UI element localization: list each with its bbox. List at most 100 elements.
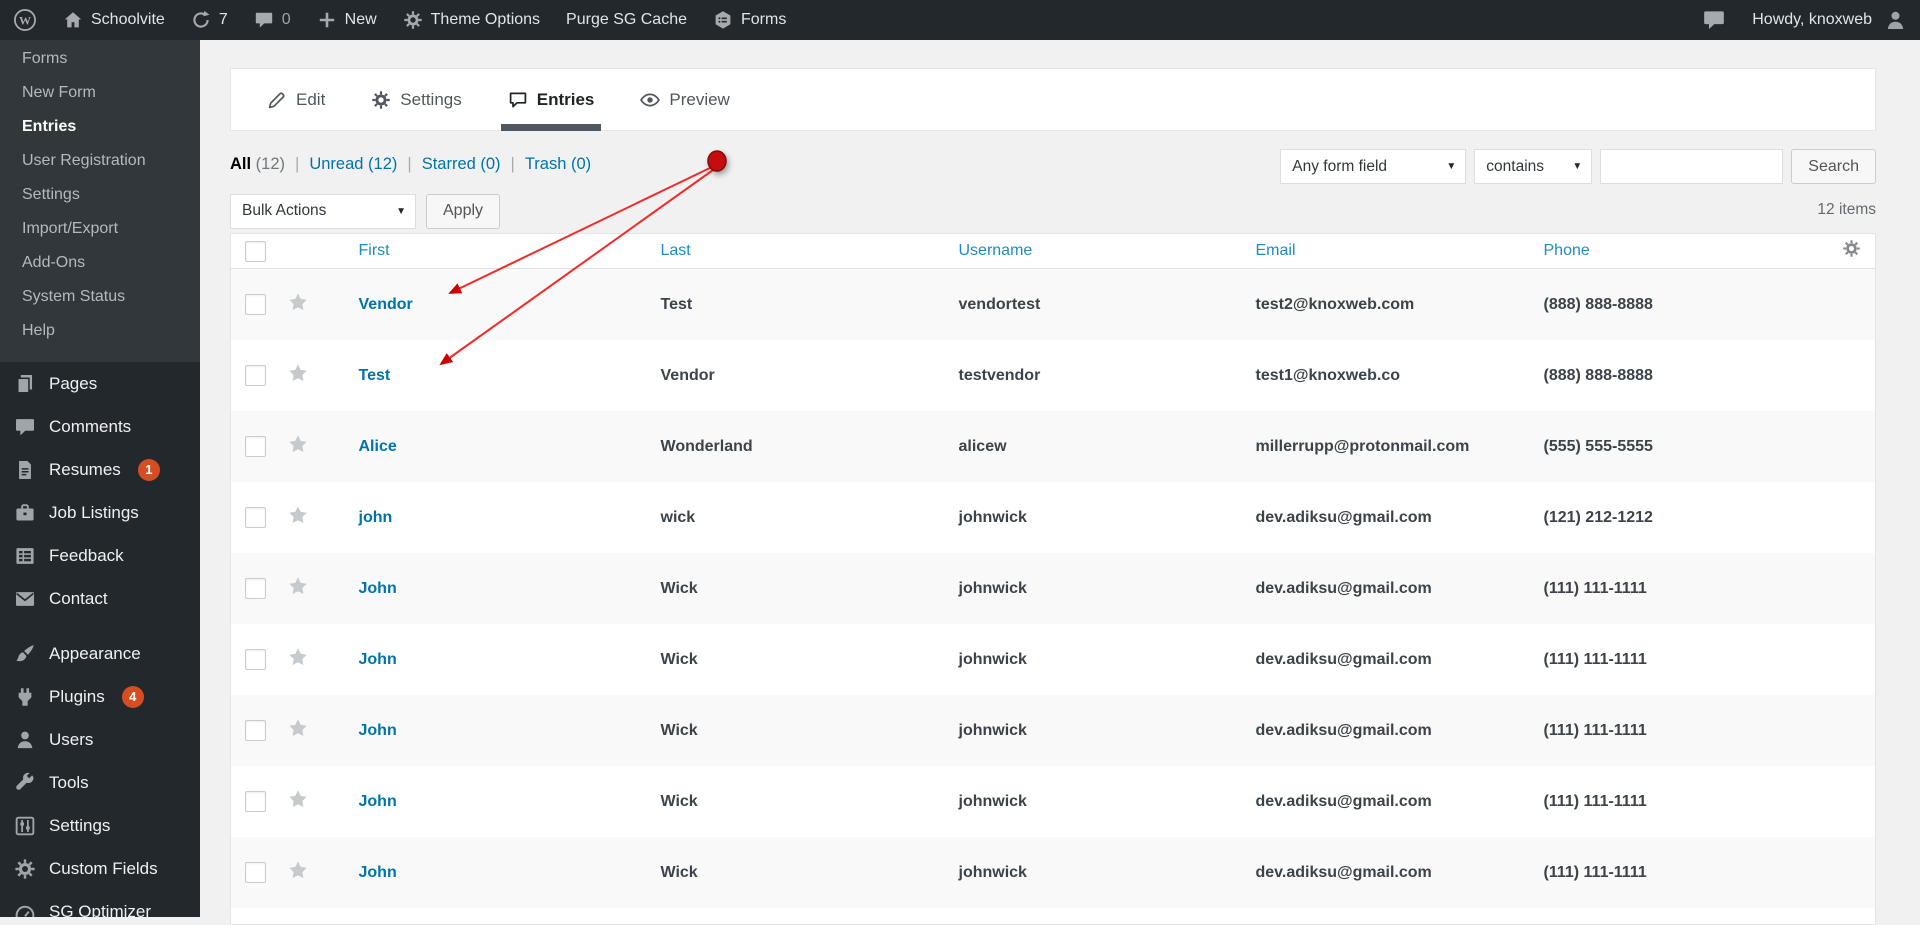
entry-first-name-link[interactable]: John (333, 864, 397, 882)
column-settings-gear-icon[interactable] (1842, 239, 1861, 258)
sidebar-subitem-import-export[interactable]: Import/Export (0, 212, 200, 246)
search-operator-select[interactable]: contains ▼ (1474, 149, 1593, 184)
entry-email: dev.adiksu@gmail.com (1255, 579, 1432, 597)
search-input[interactable] (1600, 149, 1784, 184)
sidebar-subitem-user-registration[interactable]: User Registration (0, 144, 200, 178)
howdy-label: Howdy, knoxweb (1752, 11, 1872, 28)
filter-label: All (230, 155, 252, 173)
row-checkbox[interactable] (245, 791, 266, 812)
notifications-menu[interactable] (1689, 0, 1739, 40)
star-icon[interactable] (288, 860, 308, 880)
purge-cache-label: Purge SG Cache (566, 11, 687, 28)
entry-first-name-link[interactable]: john (333, 509, 393, 527)
sidebar-item-label: Comments (49, 416, 132, 436)
bulk-actions-select[interactable]: Bulk Actions ▼ (230, 193, 416, 229)
star-icon[interactable] (288, 576, 308, 596)
purge-sg-cache-menu[interactable]: Purge SG Cache (553, 0, 700, 40)
sidebar-subitem-forms[interactable]: Forms (0, 42, 200, 76)
row-checkbox[interactable] (245, 862, 266, 883)
row-checkbox[interactable] (245, 720, 266, 741)
entry-first-name-link[interactable]: Test (333, 367, 391, 385)
row-checkbox[interactable] (245, 649, 266, 670)
sidebar-item-plugins[interactable]: Plugins 4 (0, 675, 200, 718)
tab-label: Preview (669, 89, 730, 109)
row-checkbox[interactable] (245, 507, 266, 528)
sidebar-subitem-add-ons[interactable]: Add-Ons (0, 246, 200, 280)
updates-menu[interactable]: 7 (178, 0, 241, 40)
star-icon[interactable] (288, 718, 308, 738)
filter-unread[interactable]: Unread (12) (309, 155, 397, 174)
sidebar-item-pages[interactable]: Pages (0, 362, 200, 405)
star-icon[interactable] (288, 363, 308, 383)
entry-first-name-link[interactable]: John (333, 722, 397, 740)
star-icon[interactable] (288, 789, 308, 809)
sidebar-item-feedback[interactable]: Feedback (0, 534, 200, 577)
tab-entries[interactable]: Entries (500, 69, 601, 131)
sliders-icon (14, 815, 36, 837)
sidebar-item-settings[interactable]: Settings (0, 804, 200, 847)
entry-row: John Wick johnwick dev.adiksu@gmail.com (111… (230, 837, 1876, 908)
sidebar-subitem-settings[interactable]: Settings (0, 178, 200, 212)
star-icon[interactable] (288, 292, 308, 312)
entry-first-name-link[interactable]: Alice (333, 438, 397, 456)
row-checkbox[interactable] (245, 436, 266, 457)
sidebar-item-tools[interactable]: Tools (0, 761, 200, 804)
star-icon[interactable] (288, 505, 308, 525)
row-checkbox[interactable] (245, 365, 266, 386)
column-header-phone[interactable]: Phone (1518, 242, 1808, 260)
entry-username: johnwick (958, 792, 1027, 810)
search-field-select[interactable]: Any form field ▼ (1280, 149, 1467, 184)
select-all-checkbox[interactable] (245, 240, 266, 262)
sidebar-item-comments[interactable]: Comments (0, 405, 200, 448)
sidebar-item-appearance[interactable]: Appearance (0, 632, 200, 675)
sidebar-subitem-system-status[interactable]: System Status (0, 280, 200, 314)
tab-settings[interactable]: Settings (371, 69, 462, 130)
filter-all[interactable]: All (12) (230, 155, 285, 174)
column-header-email[interactable]: Email (1230, 242, 1518, 260)
entry-first-name-link[interactable]: John (333, 651, 397, 669)
entry-first-name-link[interactable]: John (333, 793, 397, 811)
row-checkbox[interactable] (245, 294, 266, 315)
sidebar-subitem-new-form[interactable]: New Form (0, 76, 200, 110)
search-button[interactable]: Search (1791, 149, 1876, 184)
sidebar-item-custom-fields[interactable]: Custom Fields (0, 847, 200, 890)
search-field-value: Any form field (1292, 157, 1388, 175)
main-content: Edit Settings Entries Preview All (12) | Unre… (200, 40, 1920, 925)
sidebar-item-label: Settings (49, 815, 111, 835)
sidebar-item-sg-optimizer[interactable]: SG Optimizer (0, 890, 200, 917)
entry-username: johnwick (958, 508, 1027, 526)
sidebar-subitem-entries[interactable]: Entries (0, 110, 200, 144)
tab-preview[interactable]: Preview (640, 69, 730, 130)
entry-phone: (111) 111-1111 (1543, 579, 1647, 597)
star-icon[interactable] (288, 434, 308, 454)
row-checkbox[interactable] (245, 578, 266, 599)
sidebar-subitem-help[interactable]: Help (0, 314, 200, 348)
column-header-last[interactable]: Last (635, 242, 933, 260)
column-header-username[interactable]: Username (933, 242, 1230, 260)
sidebar-item-label: Plugins (49, 686, 105, 706)
my-account-menu[interactable]: Howdy, knoxweb (1739, 0, 1920, 40)
theme-options-menu[interactable]: Theme Options (390, 0, 553, 40)
filter-trash[interactable]: Trash (0) (525, 155, 591, 174)
entry-first-name-link[interactable]: John (333, 580, 397, 598)
sidebar-item-contact[interactable]: Contact (0, 577, 200, 620)
entry-username: testvendor (958, 366, 1041, 384)
comment-count: 0 (281, 11, 291, 28)
entry-first-name-link[interactable]: Vendor (333, 296, 413, 314)
site-name-menu[interactable]: Schoolvite (50, 0, 178, 40)
new-content-menu[interactable]: New (304, 0, 390, 40)
home-icon (63, 10, 83, 30)
entry-last-name: Wonderland (660, 437, 753, 455)
sidebar-item-resumes[interactable]: Resumes 1 (0, 448, 200, 491)
entry-row: john wick johnwick dev.adiksu@gmail.com (121… (231, 482, 1876, 553)
apply-button[interactable]: Apply (426, 193, 501, 229)
sidebar-item-job-listings[interactable]: Job Listings (0, 491, 200, 534)
star-icon[interactable] (288, 647, 308, 667)
forms-menu[interactable]: Forms (700, 0, 799, 40)
comments-menu[interactable]: 0 (241, 0, 304, 40)
sidebar-item-users[interactable]: Users (0, 718, 200, 761)
filter-starred[interactable]: Starred (0) (422, 155, 501, 174)
column-header-first[interactable]: First (333, 242, 635, 260)
wordpress-menu[interactable] (0, 0, 50, 40)
tab-edit[interactable]: Edit (267, 69, 325, 130)
